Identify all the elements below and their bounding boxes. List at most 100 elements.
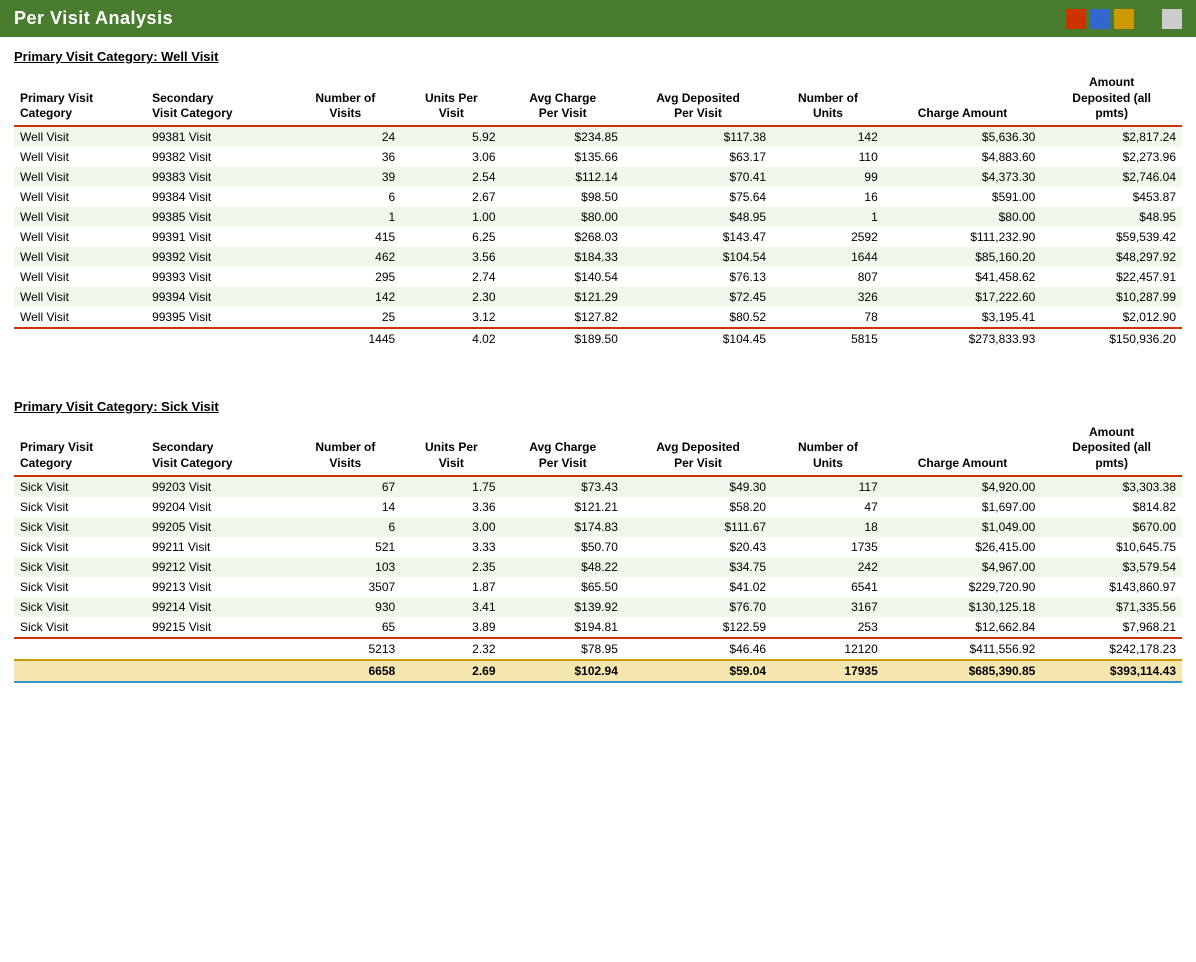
- table-cell: $814.82: [1041, 497, 1182, 517]
- table-cell: 99384 Visit: [146, 187, 289, 207]
- table-cell: $229,720.90: [884, 577, 1042, 597]
- table-cell: 3.36: [401, 497, 501, 517]
- table-cell: $59,539.42: [1041, 227, 1182, 247]
- table-cell: $10,287.99: [1041, 287, 1182, 307]
- table-cell: 3.06: [401, 147, 501, 167]
- sick-col-charge-amount: Charge Amount: [884, 422, 1042, 476]
- table-cell: $41.02: [624, 577, 772, 597]
- sick-subtotal-cell: 5213: [290, 638, 402, 660]
- table-cell: 99203 Visit: [146, 476, 289, 497]
- table-row: Well Visit99392 Visit4623.56$184.33$104.…: [14, 247, 1182, 267]
- subtotal-cell: [146, 328, 289, 349]
- table-cell: $80.52: [624, 307, 772, 328]
- table-cell: $104.54: [624, 247, 772, 267]
- table-cell: $174.83: [502, 517, 624, 537]
- table-cell: $670.00: [1041, 517, 1182, 537]
- table-cell: 1.87: [401, 577, 501, 597]
- table-cell: $4,967.00: [884, 557, 1042, 577]
- table-cell: $76.13: [624, 267, 772, 287]
- table-cell: 930: [290, 597, 402, 617]
- table-cell: 78: [772, 307, 884, 328]
- table-cell: 2.35: [401, 557, 501, 577]
- table-cell: $85,160.20: [884, 247, 1042, 267]
- table-cell: Sick Visit: [14, 517, 146, 537]
- grand-total-cell: $102.94: [502, 660, 624, 682]
- table-row: Sick Visit99205 Visit63.00$174.83$111.67…: [14, 517, 1182, 537]
- table-cell: 99395 Visit: [146, 307, 289, 328]
- sick-visit-section: Primary Visit Category: Sick Visit Prima…: [0, 387, 1196, 703]
- sick-col-avg-deposited-per-visit: Avg DepositedPer Visit: [624, 422, 772, 476]
- table-cell: Sick Visit: [14, 597, 146, 617]
- table-cell: $17,222.60: [884, 287, 1042, 307]
- table-cell: $3,579.54: [1041, 557, 1182, 577]
- table-cell: 2.54: [401, 167, 501, 187]
- table-cell: 142: [772, 126, 884, 147]
- subtotal-cell: $104.45: [624, 328, 772, 349]
- table-cell: 6541: [772, 577, 884, 597]
- grand-total-cell: 17935: [772, 660, 884, 682]
- table-cell: $121.21: [502, 497, 624, 517]
- table-cell: 253: [772, 617, 884, 638]
- table-cell: 67: [290, 476, 402, 497]
- table-cell: Well Visit: [14, 207, 146, 227]
- table-row: Sick Visit99203 Visit671.75$73.43$49.301…: [14, 476, 1182, 497]
- table-cell: 5.92: [401, 126, 501, 147]
- table-cell: $80.00: [502, 207, 624, 227]
- table-cell: 24: [290, 126, 402, 147]
- table-cell: $49.30: [624, 476, 772, 497]
- sick-subtotal-cell: [146, 638, 289, 660]
- table-cell: $41,458.62: [884, 267, 1042, 287]
- table-cell: 14: [290, 497, 402, 517]
- table-cell: 1.00: [401, 207, 501, 227]
- table-cell: Well Visit: [14, 187, 146, 207]
- grand-total-cell: $59.04: [624, 660, 772, 682]
- table-cell: 99214 Visit: [146, 597, 289, 617]
- sick-subtotal-row: 52132.32$78.95$46.4612120$411,556.92$242…: [14, 638, 1182, 660]
- table-cell: Well Visit: [14, 147, 146, 167]
- table-row: Well Visit99393 Visit2952.74$140.54$76.1…: [14, 267, 1182, 287]
- table-cell: $453.87: [1041, 187, 1182, 207]
- sick-subtotal-cell: $411,556.92: [884, 638, 1042, 660]
- table-cell: $234.85: [502, 126, 624, 147]
- table-cell: 3507: [290, 577, 402, 597]
- table-cell: 3.56: [401, 247, 501, 267]
- table-cell: $7,968.21: [1041, 617, 1182, 638]
- table-cell: 3167: [772, 597, 884, 617]
- table-cell: 6: [290, 517, 402, 537]
- table-cell: 99382 Visit: [146, 147, 289, 167]
- table-cell: $70.41: [624, 167, 772, 187]
- table-cell: $111,232.90: [884, 227, 1042, 247]
- table-cell: 99393 Visit: [146, 267, 289, 287]
- subtotal-cell: [14, 328, 146, 349]
- table-cell: $58.20: [624, 497, 772, 517]
- table-cell: 99381 Visit: [146, 126, 289, 147]
- table-cell: Well Visit: [14, 267, 146, 287]
- table-cell: $111.67: [624, 517, 772, 537]
- grand-total-cell: $685,390.85: [884, 660, 1042, 682]
- col-amount-deposited: AmountDeposited (allpmts): [1041, 72, 1182, 126]
- sick-col-amount-deposited: AmountDeposited (allpmts): [1041, 422, 1182, 476]
- table-cell: $98.50: [502, 187, 624, 207]
- table-cell: 2.74: [401, 267, 501, 287]
- table-cell: Well Visit: [14, 227, 146, 247]
- table-cell: $2,273.96: [1041, 147, 1182, 167]
- table-cell: $122.59: [624, 617, 772, 638]
- table-cell: $4,883.60: [884, 147, 1042, 167]
- table-cell: 99394 Visit: [146, 287, 289, 307]
- table-cell: 110: [772, 147, 884, 167]
- table-cell: $5,636.30: [884, 126, 1042, 147]
- table-cell: 1644: [772, 247, 884, 267]
- grand-total-cell: [14, 660, 146, 682]
- table-cell: $75.64: [624, 187, 772, 207]
- table-cell: $12,662.84: [884, 617, 1042, 638]
- table-cell: 3.00: [401, 517, 501, 537]
- col-number-of-visits: Number ofVisits: [290, 72, 402, 126]
- table-cell: Sick Visit: [14, 497, 146, 517]
- subtotal-cell: $150,936.20: [1041, 328, 1182, 349]
- subtotal-cell: 5815: [772, 328, 884, 349]
- table-cell: 99391 Visit: [146, 227, 289, 247]
- sick-col-avg-charge-per-visit: Avg ChargePer Visit: [502, 422, 624, 476]
- table-row: Sick Visit99212 Visit1032.35$48.22$34.75…: [14, 557, 1182, 577]
- table-cell: Sick Visit: [14, 617, 146, 638]
- table-cell: $139.92: [502, 597, 624, 617]
